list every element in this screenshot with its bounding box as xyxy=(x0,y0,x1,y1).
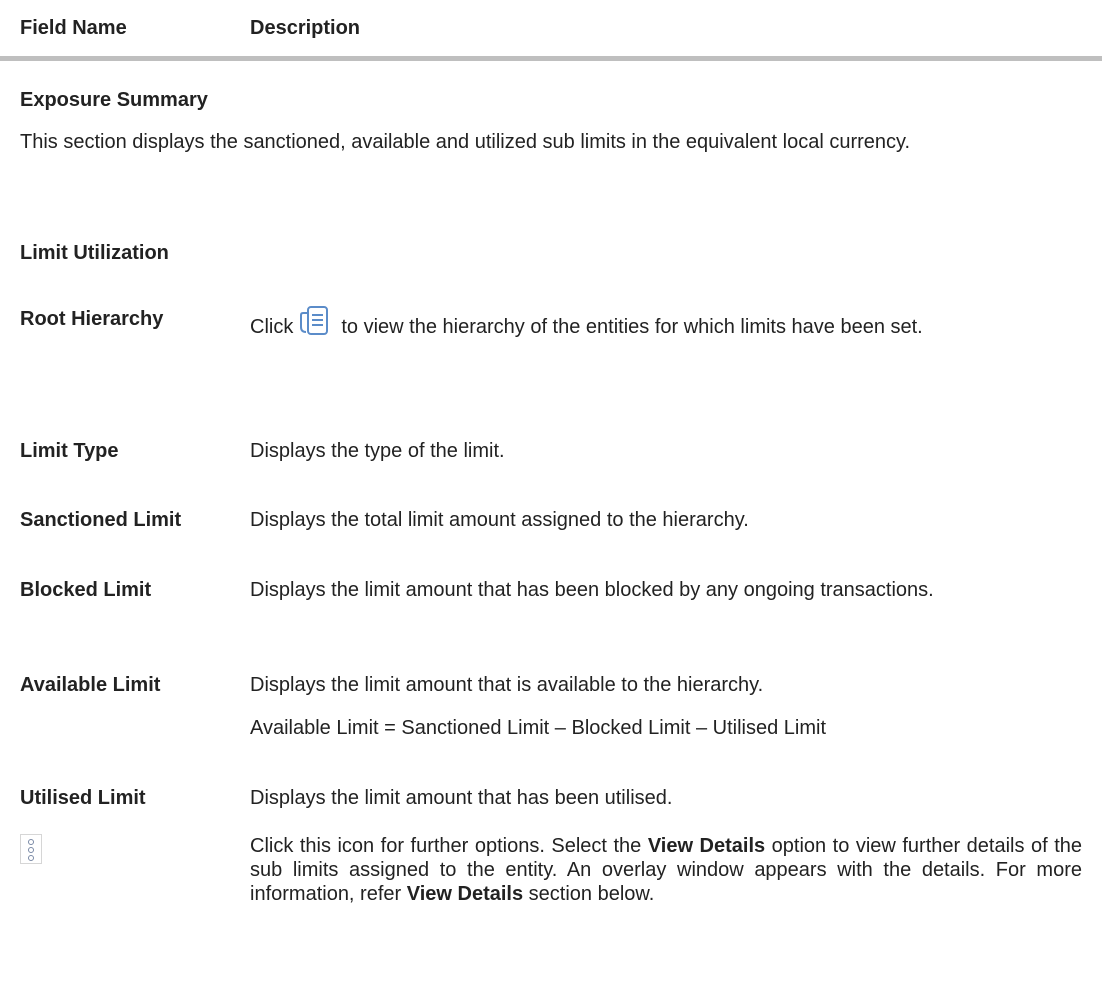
available-limit-label: Available Limit xyxy=(20,674,161,696)
kebab-menu-icon[interactable] xyxy=(20,834,42,864)
kebab-dot xyxy=(28,847,34,853)
view-details-emphasis: View Details xyxy=(647,835,766,857)
field-name-header: Field Name xyxy=(20,17,127,39)
view-details-reference: View Details xyxy=(406,883,524,905)
document-list-icon[interactable] xyxy=(299,305,329,343)
sanctioned-limit-description: Displays the total limit amount assigned… xyxy=(250,509,749,531)
table-header: Field Name Description xyxy=(0,0,1102,61)
root-hierarchy-desc-prefix: Click xyxy=(250,316,294,338)
available-limit-description: Displays the limit amount that is availa… xyxy=(250,674,764,696)
blocked-limit-label: Blocked Limit xyxy=(20,579,152,601)
description-header: Description xyxy=(250,17,361,39)
exposure-summary-title: Exposure Summary xyxy=(20,89,208,111)
root-hierarchy-desc-suffix: to view the hierarchy of the entities fo… xyxy=(341,316,923,338)
more-options-text-1: Click this icon for further options. Sel… xyxy=(250,835,642,857)
more-options-text-3: section below. xyxy=(528,883,655,905)
limit-utilization-title: Limit Utilization xyxy=(20,242,169,264)
root-hierarchy-description: Click to view the hierarchy of the entit… xyxy=(250,305,1082,343)
more-options-description: Click this icon for further options. Sel… xyxy=(250,834,1082,906)
exposure-summary-description: This section displays the sanctioned, av… xyxy=(20,131,911,153)
kebab-dot xyxy=(28,839,34,845)
limit-type-label: Limit Type xyxy=(20,440,119,462)
root-hierarchy-label: Root Hierarchy xyxy=(20,308,164,330)
utilised-limit-label: Utilised Limit xyxy=(20,787,146,809)
blocked-limit-description: Displays the limit amount that has been … xyxy=(250,579,934,601)
limit-type-description: Displays the type of the limit. xyxy=(250,440,505,462)
kebab-dot xyxy=(28,855,34,861)
utilised-limit-description: Displays the limit amount that has been … xyxy=(250,787,673,809)
sanctioned-limit-label: Sanctioned Limit xyxy=(20,509,182,531)
available-limit-formula: Available Limit = Sanctioned Limit – Blo… xyxy=(250,717,827,739)
